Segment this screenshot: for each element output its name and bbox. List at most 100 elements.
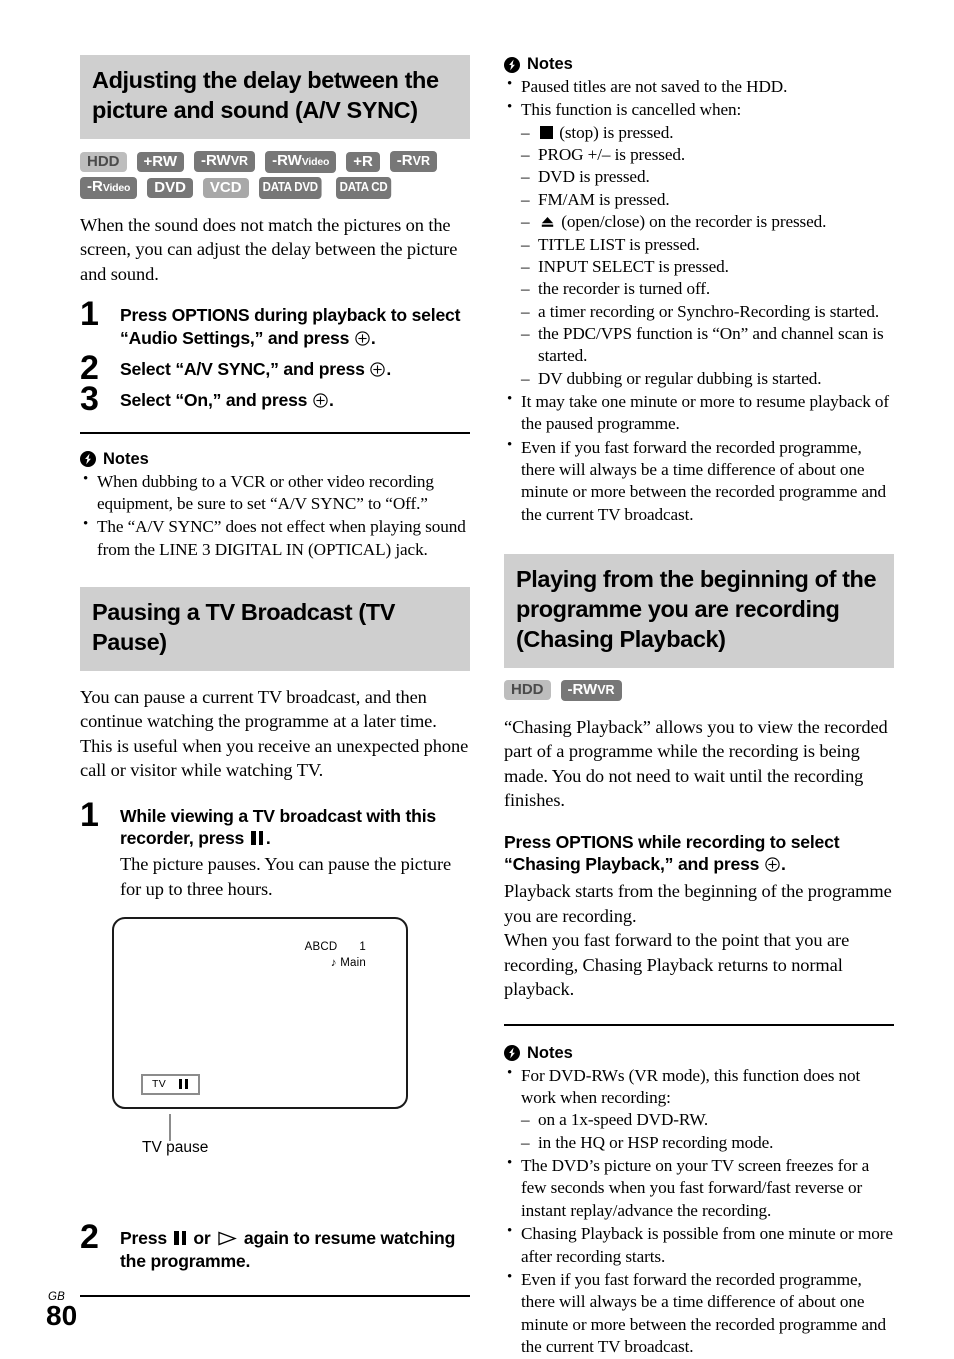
note-item: Chasing Playback is possible from one mi… bbox=[504, 1222, 894, 1268]
divider-rule-2 bbox=[80, 1294, 470, 1297]
page-number: 80 bbox=[46, 1300, 78, 1332]
tv-indicator-label: TV bbox=[152, 1077, 167, 1090]
tv-pause-intro-paragraph: You can pause a current TV broadcast, an… bbox=[80, 686, 469, 781]
step-number: 1 bbox=[80, 295, 99, 334]
note-bolt-icon bbox=[504, 1045, 520, 1062]
tv-screen-graphic: ABCD 1 ♪ Main TV bbox=[112, 916, 408, 1109]
step-text: Press or again to resume watching the pr… bbox=[120, 1227, 470, 1273]
section-heading-av-sync: Adjusting the delay between the picture … bbox=[80, 55, 470, 139]
tv-pause-steps-2: 2 Press or again to resume watching the … bbox=[80, 1220, 470, 1273]
media-badges-av-sync: HDD +RW -RWVR -RWVideo +R -RVR -RVideo D… bbox=[80, 150, 470, 199]
media-badge-row-2: -RVideo DVD VCD DATA DVD DATA CD bbox=[80, 176, 470, 199]
chasing-playback-body-2: When you fast forward to the point that … bbox=[504, 930, 850, 1000]
step-text: Select “A/V SYNC,” and press . bbox=[120, 358, 470, 381]
page-folio: GB 80 bbox=[46, 1291, 77, 1330]
music-note-icon: ♪ bbox=[330, 957, 337, 970]
note-sub-item: PROG +/– is pressed. bbox=[521, 144, 894, 167]
pause-indicator-icon bbox=[179, 1078, 189, 1089]
step-text-part-b: . bbox=[386, 358, 392, 379]
osd-channel-name: ABCD bbox=[304, 940, 338, 953]
notes-heading-1: Notes bbox=[80, 450, 470, 469]
note-sub-item: the recorder is turned off. bbox=[521, 278, 894, 301]
osd-channel-line: ABCD 1 bbox=[305, 939, 366, 956]
osd-audio-mode: Main bbox=[340, 957, 366, 970]
note-item: For DVD-RWs (VR mode), this function doe… bbox=[504, 1064, 894, 1155]
media-badge-r-video: -RVideo bbox=[80, 176, 138, 199]
enter-button-icon bbox=[355, 329, 370, 346]
notes-heading-2: Notes bbox=[504, 55, 894, 74]
note-sub-item: DVD is pressed. bbox=[521, 166, 894, 189]
notes-label: Notes bbox=[527, 55, 573, 73]
notes-list-1: When dubbing to a VCR or other video rec… bbox=[80, 470, 470, 561]
note-item: Paused titles are not saved to the HDD. bbox=[504, 75, 894, 98]
step-text-part-b: . bbox=[370, 327, 376, 348]
divider-rule-3 bbox=[504, 1023, 894, 1026]
av-sync-intro-paragraph: When the sound does not match the pictur… bbox=[80, 214, 458, 284]
sub-item-text: (open/close) on the recorder is pressed. bbox=[557, 212, 827, 232]
note-item-text: For DVD-RWs (VR mode), this function doe… bbox=[521, 1065, 861, 1108]
media-badges-chasing-playback: HDD -RWVR bbox=[504, 679, 894, 701]
pause-button-icon bbox=[174, 1230, 187, 1245]
divider-rule-1 bbox=[80, 431, 470, 434]
step-2: 2 Select “A/V SYNC,” and press . bbox=[80, 351, 470, 385]
step-text-part-b: . bbox=[328, 389, 334, 410]
callout-leader-line bbox=[169, 1113, 171, 1141]
media-badge-hdd: HDD bbox=[80, 151, 127, 172]
note-sub-list: (stop) is pressed. PROG +/– is pressed. … bbox=[521, 122, 894, 391]
stop-button-icon bbox=[540, 125, 553, 139]
note-sub-list: on a 1x-speed DVD-RW. in the HQ or HSP r… bbox=[521, 1109, 894, 1154]
note-sub-item: FM/AM is pressed. bbox=[521, 189, 894, 212]
media-badge-vcd: VCD bbox=[202, 177, 249, 198]
tv-pause-figure: ABCD 1 ♪ Main TV TV pause bbox=[112, 916, 410, 1156]
av-sync-steps: 1 Press OPTIONS during playback to selec… bbox=[80, 297, 470, 416]
instruction-part-b: . bbox=[780, 854, 786, 875]
chasing-playback-instruction: Press OPTIONS while recording to select … bbox=[504, 831, 894, 877]
notes-label: Notes bbox=[103, 449, 149, 468]
pause-button-icon bbox=[251, 831, 264, 846]
notes-label: Notes bbox=[527, 1043, 573, 1062]
media-badge-dvd: DVD bbox=[147, 177, 193, 198]
step-3: 3 Select “On,” and press . bbox=[80, 382, 470, 416]
step-text-part-a: Select “A/V SYNC,” and press bbox=[120, 358, 370, 379]
section-title: Playing from the beginning of the progra… bbox=[516, 566, 877, 652]
section-heading-chasing-playback: Playing from the beginning of the progra… bbox=[504, 554, 894, 668]
notes-heading-3: Notes bbox=[504, 1044, 894, 1063]
tv-pause-steps: 1 While viewing a TV broadcast with this… bbox=[80, 798, 470, 901]
eject-button-icon bbox=[540, 213, 555, 227]
media-badge-row-1: HDD -RWVR bbox=[504, 679, 894, 701]
note-item: When dubbing to a VCR or other video rec… bbox=[80, 470, 470, 516]
step-2: 2 Press or again to resume watching the … bbox=[80, 1220, 470, 1273]
step-text-part-b: . bbox=[265, 828, 271, 849]
step-text-part-a: Press bbox=[120, 1227, 172, 1248]
note-sub-item: TITLE LIST is pressed. bbox=[521, 234, 894, 257]
note-item: This function is cancelled when: (stop) … bbox=[504, 98, 894, 391]
step-text-part-a: Press OPTIONS during playback to select … bbox=[120, 305, 461, 348]
media-badge-hdd: HDD bbox=[504, 680, 551, 701]
tv-pause-indicator: TV bbox=[141, 1073, 201, 1095]
chasing-playback-intro-paragraph: “Chasing Playback” allows you to view th… bbox=[504, 716, 888, 811]
media-badge-data-cd: DATA CD bbox=[336, 176, 392, 199]
osd-channel-number: 1 bbox=[359, 940, 366, 953]
enter-button-icon bbox=[313, 391, 328, 408]
notes-list-2: Paused titles are not saved to the HDD. … bbox=[504, 75, 894, 526]
note-sub-item: (open/close) on the recorder is pressed. bbox=[521, 211, 894, 234]
right-column: Notes Paused titles are not saved to the… bbox=[504, 55, 894, 1359]
step-description: The picture pauses. You can pause the pi… bbox=[120, 854, 452, 899]
note-sub-item: the PDC/VPS function is “On” and channel… bbox=[521, 323, 894, 368]
enter-button-icon bbox=[765, 855, 780, 873]
media-badge-rw-vr: -RWVR bbox=[193, 151, 256, 173]
section-title: Adjusting the delay between the picture … bbox=[92, 67, 439, 123]
media-badge-r-vr: -RVR bbox=[389, 151, 437, 173]
step-text-part-a: Select “On,” and press bbox=[120, 389, 312, 410]
section-title: Pausing a TV Broadcast (TV Pause) bbox=[92, 598, 396, 655]
chasing-playback-body-1: Playback starts from the beginning of th… bbox=[504, 881, 892, 926]
play-button-icon bbox=[217, 1229, 238, 1246]
osd-audio-line: ♪ Main bbox=[305, 955, 366, 972]
note-item: It may take one minute or more to resume… bbox=[504, 390, 894, 436]
step-number: 2 bbox=[80, 1217, 99, 1256]
note-item: Even if you fast forward the recorded pr… bbox=[504, 436, 894, 526]
note-sub-item: DV dubbing or regular dubbing is started… bbox=[521, 368, 894, 391]
note-bolt-icon bbox=[80, 451, 96, 468]
step-text: Press OPTIONS during playback to select … bbox=[120, 304, 470, 350]
step-number: 3 bbox=[80, 379, 99, 418]
